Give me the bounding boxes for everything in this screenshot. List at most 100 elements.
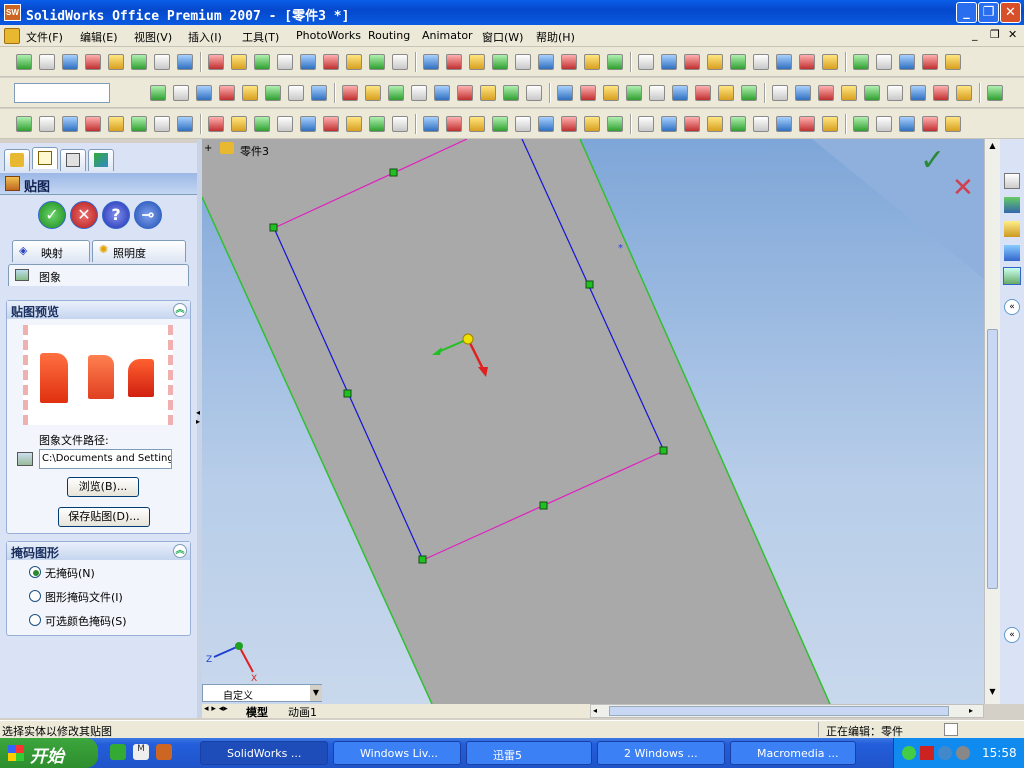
toolbar-tool-icon[interactable] [323,116,339,132]
toolbar-tool-icon[interactable] [154,54,170,70]
toolbar-tool-icon[interactable] [772,85,788,101]
scroll-up-icon[interactable]: ▲ [986,141,999,155]
appearance-tab[interactable] [88,149,114,171]
toolbar-tool-icon[interactable] [369,116,385,132]
graphics-viewport[interactable]: * Z X + 零件3 ✓ ✕ 自定义 ▼ [202,139,984,704]
scroll-left-icon[interactable]: ◂ [593,706,605,716]
toolbar-tool-icon[interactable] [365,85,381,101]
tab-image[interactable]: 图象 [8,264,189,286]
scroll-right-icon[interactable]: ▸ [969,706,981,716]
toolbar-tool-icon[interactable] [776,54,792,70]
toolbar-tool-icon[interactable] [603,85,619,101]
toolbar-tool-icon[interactable] [131,116,147,132]
toolbar-tool-icon[interactable] [231,54,247,70]
toolbar-tool-icon[interactable] [254,54,270,70]
toolbar-tool-icon[interactable] [557,85,573,101]
toolbar-tool-icon[interactable] [607,54,623,70]
toolbar-tool-icon[interactable] [753,116,769,132]
toolbar-tool-icon[interactable] [661,54,677,70]
toolbar-tool-icon[interactable] [661,116,677,132]
toolbar-tool-icon[interactable] [853,54,869,70]
toolbar-tool-icon[interactable] [311,85,327,101]
sketch-point[interactable] [389,168,398,177]
toolbar-tool-icon[interactable] [730,116,746,132]
toolbar-tool-icon[interactable] [411,85,427,101]
toolbar-tool-icon[interactable] [580,85,596,101]
toolbar-tool-icon[interactable] [346,54,362,70]
maximize-button[interactable]: ❐ [978,2,999,23]
toolbar-tool-icon[interactable] [607,116,623,132]
tree-expand-icon[interactable]: + [204,143,212,154]
toolbar-tool-icon[interactable] [254,116,270,132]
toolbar-tool-icon[interactable] [323,54,339,70]
collapse-icon[interactable]: ︽ [173,303,187,317]
toolbar-tool-icon[interactable] [492,54,508,70]
toolbar-tool-icon[interactable] [208,54,224,70]
chevron-down-icon[interactable]: ▼ [310,685,322,701]
toolbar-tool-icon[interactable] [515,116,531,132]
menu-insert[interactable]: 插入(I) [188,29,222,45]
ok-button[interactable]: ✓ [38,201,66,229]
toolbar-tool-icon[interactable] [503,85,519,101]
toolbar-tool-icon[interactable] [423,54,439,70]
toolbar-tool-icon[interactable] [538,116,554,132]
tab-mapping[interactable]: ◈ 映射 [12,240,90,262]
speaker-icon[interactable] [938,746,952,760]
toolbar-tool-icon[interactable] [799,54,815,70]
toolbar-tool-icon[interactable] [457,85,473,101]
toolbar-tool-icon[interactable] [16,116,32,132]
menu-help[interactable]: 帮助(H) [536,29,575,45]
tree-part-label[interactable]: 零件3 [240,143,269,159]
toolbar-tool-icon[interactable] [446,54,462,70]
toolbar-tool-icon[interactable] [818,85,834,101]
toolbar-tool-icon[interactable] [177,116,193,132]
toolbar-tool-icon[interactable] [242,85,258,101]
property-manager-tab[interactable] [32,147,58,169]
toolbar-tool-icon[interactable] [684,54,700,70]
toolbar-tool-icon[interactable] [876,54,892,70]
toolbar-tool-icon[interactable] [526,85,542,101]
toolbar-tool-icon[interactable] [718,85,734,101]
toolbar-tool-icon[interactable] [131,54,147,70]
toolbar-tool-icon[interactable] [561,54,577,70]
toolbar-tool-icon[interactable] [584,116,600,132]
toolbar-tool-icon[interactable] [887,85,903,101]
image-path-input[interactable]: C:\Documents and Settings [39,449,172,469]
toolbar-tool-icon[interactable] [945,54,961,70]
scroll-down-icon[interactable]: ▼ [986,687,999,701]
toolbar-tool-icon[interactable] [219,85,235,101]
model-canvas[interactable]: * Z X [202,139,984,704]
view-orientation-combo[interactable]: 自定义 [202,684,322,702]
toolbar-tool-icon[interactable] [945,116,961,132]
status-box-icon[interactable] [944,723,958,736]
taskbar-xunlei[interactable]: 迅雷5 [466,741,592,765]
toolbar-tool-icon[interactable] [208,116,224,132]
home-icon[interactable] [1004,173,1020,189]
tab-nav-icons[interactable]: ◂ ▸ ◂▸ [204,704,228,714]
antivirus-icon[interactable] [920,746,934,760]
toolbar-tool-icon[interactable] [956,85,972,101]
toolbar-tool-icon[interactable] [672,85,688,101]
toolbar-tool-icon[interactable] [392,116,408,132]
toolbar-tool-icon[interactable] [899,116,915,132]
doc-close-button[interactable]: ✕ [1008,28,1017,41]
toolbar-tool-icon[interactable] [492,116,508,132]
confirm-corner-ok-icon[interactable]: ✓ [920,143,945,178]
toolbar-tool-icon[interactable] [707,54,723,70]
toolbar-tool-icon[interactable] [392,54,408,70]
menu-routing[interactable]: Routing [368,29,410,42]
toolbar-tool-icon[interactable] [150,85,166,101]
doc-minimize-button[interactable]: _ [972,28,978,41]
browse-button[interactable]: 浏览(B)... [67,477,139,497]
toolbar-tool-icon[interactable] [638,54,654,70]
toolbar-tool-icon[interactable] [85,116,101,132]
toolbar-tool-icon[interactable] [922,54,938,70]
toolbar-tool-icon[interactable] [864,85,880,101]
toolbar-tool-icon[interactable] [684,116,700,132]
toolbar-tool-icon[interactable] [423,116,439,132]
toolbar-tool-icon[interactable] [300,116,316,132]
toolbar-tool-icon[interactable] [469,54,485,70]
toolbar-tool-icon[interactable] [626,85,642,101]
menu-animator[interactable]: Animator [422,29,473,42]
sketch-point[interactable] [343,389,352,398]
